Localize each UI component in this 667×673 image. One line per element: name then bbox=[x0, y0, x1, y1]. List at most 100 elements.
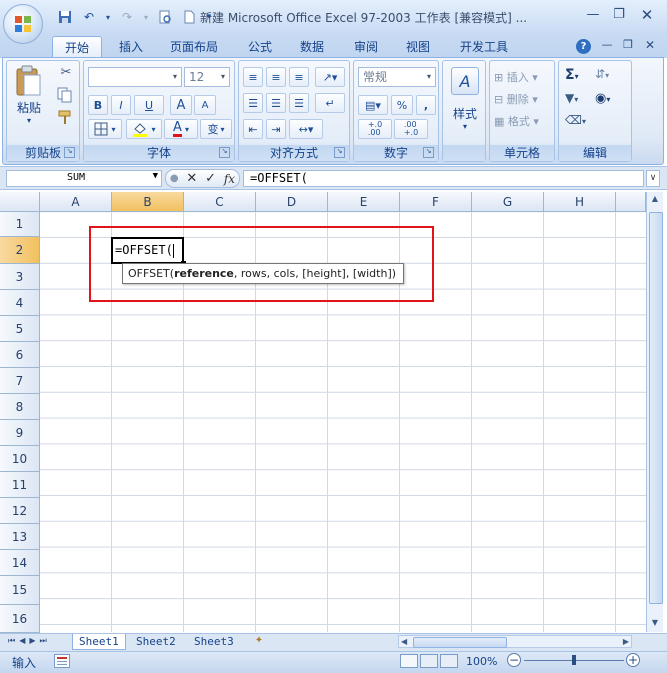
expand-formula-bar-icon[interactable]: ∨ bbox=[646, 170, 660, 187]
print-preview-icon[interactable] bbox=[156, 8, 174, 26]
column-header-a[interactable]: A bbox=[40, 192, 112, 212]
merge-center-icon[interactable]: ↔▾ bbox=[289, 119, 323, 139]
increase-decimal-button[interactable]: +.0 .00 bbox=[358, 119, 392, 139]
zoom-slider-thumb[interactable] bbox=[572, 655, 576, 665]
active-cell-b2[interactable]: =OFFSET( bbox=[111, 237, 184, 264]
decrease-decimal-button[interactable]: .00 +.0 bbox=[394, 119, 428, 139]
tab-developer[interactable]: 开发工具 bbox=[448, 36, 520, 58]
clipboard-launcher-icon[interactable]: ↘ bbox=[64, 147, 75, 158]
wrap-text-icon[interactable]: ↵ bbox=[315, 93, 345, 113]
vertical-scrollbar[interactable]: ▲ ▼ bbox=[646, 192, 663, 632]
align-right-icon[interactable]: ☰ bbox=[289, 93, 309, 113]
tab-insert[interactable]: 插入 bbox=[107, 36, 155, 58]
restore-icon[interactable]: ❐ bbox=[608, 6, 630, 24]
row-header-8[interactable]: 8 bbox=[0, 394, 40, 420]
tab-home[interactable]: 开始 bbox=[52, 36, 103, 58]
enter-icon[interactable]: ✓ bbox=[205, 171, 216, 186]
column-header-d[interactable]: D bbox=[256, 192, 328, 212]
row-header-14[interactable]: 14 bbox=[0, 550, 40, 576]
new-document-icon[interactable] bbox=[180, 8, 198, 26]
horizontal-scrollbar[interactable]: ◀ ▶ bbox=[398, 635, 632, 648]
font-size-combo[interactable]: 12 ▾ bbox=[184, 67, 230, 87]
workbook-close-icon[interactable]: ✕ bbox=[639, 36, 661, 54]
scroll-up-icon[interactable]: ▲ bbox=[649, 194, 661, 206]
clear-icon[interactable]: ⌫▾ bbox=[565, 113, 586, 127]
align-left-icon[interactable]: ☰ bbox=[243, 93, 263, 113]
tab-page-layout[interactable]: 页面布局 bbox=[158, 36, 230, 58]
align-top-icon[interactable]: ≡ bbox=[243, 67, 263, 87]
column-header-e[interactable]: E bbox=[328, 192, 400, 212]
column-header-h[interactable]: H bbox=[544, 192, 616, 212]
column-header-f[interactable]: F bbox=[400, 192, 472, 212]
orientation-icon[interactable]: ↗▾ bbox=[315, 67, 345, 87]
row-header-10[interactable]: 10 bbox=[0, 446, 40, 472]
comma-button[interactable]: , bbox=[416, 95, 436, 115]
scroll-left-icon[interactable]: ◀ bbox=[401, 637, 407, 646]
grow-font-button[interactable]: A bbox=[170, 95, 192, 115]
bold-button[interactable]: B bbox=[88, 95, 108, 115]
row-header-6[interactable]: 6 bbox=[0, 342, 40, 368]
italic-button[interactable]: I bbox=[111, 95, 131, 115]
scroll-thumb[interactable] bbox=[649, 212, 663, 604]
sheet-nav-icons[interactable]: ⏮◀▶⏭ bbox=[8, 636, 51, 646]
office-button[interactable] bbox=[3, 4, 43, 44]
font-color-button[interactable]: A ▾ bbox=[164, 119, 198, 139]
scroll-down-icon[interactable]: ▼ bbox=[649, 618, 661, 630]
row-header-4[interactable]: 4 bbox=[0, 290, 40, 316]
shrink-font-button[interactable]: A bbox=[194, 95, 216, 115]
copy-icon[interactable] bbox=[57, 87, 75, 105]
font-launcher-icon[interactable]: ↘ bbox=[219, 147, 230, 158]
close-icon[interactable]: ✕ bbox=[636, 6, 658, 24]
align-center-icon[interactable]: ☰ bbox=[266, 93, 286, 113]
row-header-5[interactable]: 5 bbox=[0, 316, 40, 342]
autosum-icon[interactable]: Σ▾ bbox=[565, 67, 579, 83]
function-tooltip[interactable]: OFFSET(reference, rows, cols, [height], … bbox=[122, 263, 404, 284]
hscroll-thumb[interactable] bbox=[413, 637, 507, 648]
phonetic-button[interactable]: 变 ▾ bbox=[200, 119, 232, 139]
help-icon[interactable]: ? bbox=[576, 39, 591, 54]
sheet-tab-2[interactable]: Sheet2 bbox=[130, 634, 182, 650]
tab-formulas[interactable]: 公式 bbox=[236, 36, 284, 58]
font-name-combo[interactable]: ▾ bbox=[88, 67, 182, 87]
column-header-g[interactable]: G bbox=[472, 192, 544, 212]
page-layout-view-icon[interactable] bbox=[420, 654, 438, 668]
align-middle-icon[interactable]: ≡ bbox=[266, 67, 286, 87]
row-header-7[interactable]: 7 bbox=[0, 368, 40, 394]
delete-cells-button[interactable]: ⊟ 删除 ▾ bbox=[494, 91, 538, 107]
workbook-minimize-icon[interactable]: — bbox=[596, 36, 618, 54]
row-header-9[interactable]: 9 bbox=[0, 420, 40, 446]
redo-icon[interactable]: ↷ bbox=[118, 8, 136, 26]
normal-view-icon[interactable] bbox=[400, 654, 418, 668]
currency-icon[interactable]: ▤▾ bbox=[358, 95, 388, 115]
redo-dropdown-icon[interactable]: ▾ bbox=[142, 8, 150, 26]
sheet-tab-1[interactable]: Sheet1 bbox=[72, 634, 126, 650]
tab-review[interactable]: 审阅 bbox=[342, 36, 390, 58]
row-header-15[interactable]: 15 bbox=[0, 576, 40, 605]
insert-function-icon[interactable]: fx bbox=[224, 172, 235, 186]
column-header-c[interactable]: C bbox=[184, 192, 256, 212]
column-header-b[interactable]: B bbox=[112, 192, 184, 212]
scroll-right-icon[interactable]: ▶ bbox=[623, 637, 629, 646]
insert-sheet-icon[interactable]: ✦ bbox=[250, 635, 268, 649]
zoom-in-icon[interactable]: + bbox=[626, 653, 640, 667]
increase-indent-icon[interactable]: ⇥ bbox=[266, 119, 286, 139]
save-icon[interactable] bbox=[56, 8, 74, 26]
tab-data[interactable]: 数据 bbox=[288, 36, 336, 58]
format-cells-button[interactable]: ▦ 格式 ▾ bbox=[494, 113, 539, 129]
decrease-indent-icon[interactable]: ⇤ bbox=[243, 119, 263, 139]
chevron-down-icon[interactable]: ▼ bbox=[153, 171, 158, 181]
undo-icon[interactable]: ↶ bbox=[80, 8, 98, 26]
styles-button[interactable]: A 样式 ▾ bbox=[447, 67, 483, 141]
alignment-launcher-icon[interactable]: ↘ bbox=[334, 147, 345, 158]
row-header-11[interactable]: 11 bbox=[0, 472, 40, 498]
row-header-13[interactable]: 13 bbox=[0, 524, 40, 550]
row-header-16[interactable]: 16 bbox=[0, 605, 40, 633]
paste-button[interactable]: 粘贴 ▾ bbox=[11, 65, 47, 139]
row-header-3[interactable]: 3 bbox=[0, 264, 40, 290]
align-bottom-icon[interactable]: ≡ bbox=[289, 67, 309, 87]
column-header-partial[interactable] bbox=[616, 192, 646, 212]
page-break-view-icon[interactable] bbox=[440, 654, 458, 668]
zoom-level[interactable]: 100% bbox=[466, 655, 497, 668]
number-launcher-icon[interactable]: ↘ bbox=[423, 147, 434, 158]
insert-cells-button[interactable]: ⊞ 插入 ▾ bbox=[494, 69, 538, 85]
